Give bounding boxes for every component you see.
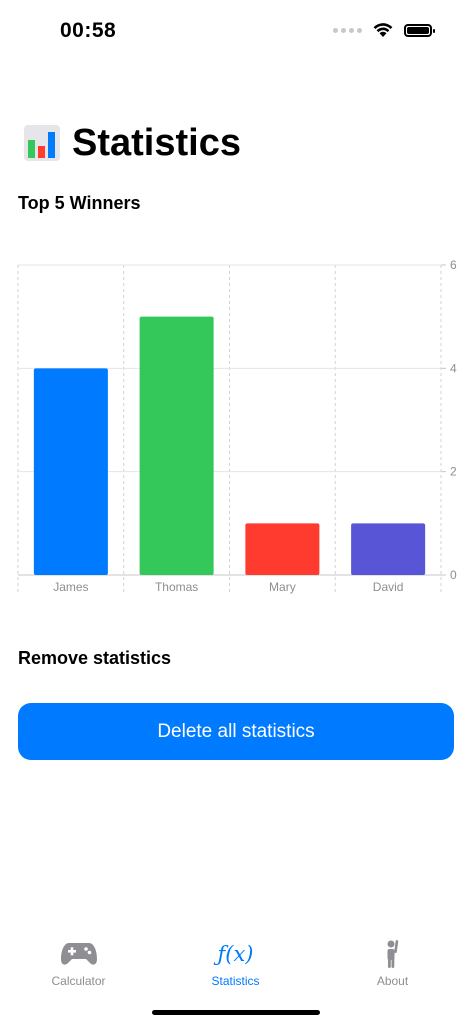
chart-bar-thomas xyxy=(139,316,214,575)
chart-y-tick-label: 4 xyxy=(450,361,457,375)
delete-all-statistics-button[interactable]: Delete all statistics xyxy=(18,703,454,760)
page-title: Statistics xyxy=(24,118,241,168)
status-icons xyxy=(333,22,435,38)
tab-label: About xyxy=(376,974,409,988)
chart-bar-david xyxy=(351,523,426,575)
status-bar: 00:58 xyxy=(0,0,472,60)
person-raised-hand-icon xyxy=(382,938,404,970)
winners-section-label: Top 5 Winners xyxy=(18,193,141,213)
page-title-text: Statistics xyxy=(72,121,241,164)
function-fx-icon: ƒ(x) xyxy=(217,938,253,970)
chart-bar-james xyxy=(33,368,108,575)
battery-icon xyxy=(404,23,435,37)
tab-label: Statistics xyxy=(211,974,260,988)
chart-x-tick-label: Thomas xyxy=(155,580,198,594)
gamecontroller-icon xyxy=(60,938,98,970)
remove-section-label: Remove statistics xyxy=(18,648,172,668)
chart-x-tick-label: David xyxy=(373,580,404,594)
home-indicator xyxy=(152,1010,320,1015)
function-fx-glyph: ƒ(x) xyxy=(217,942,254,966)
winners-bar-chart: 0 2 4 6 James Thomas Mary David xyxy=(17,258,457,594)
chart-x-tick-label: Mary xyxy=(269,580,296,594)
winners-chart: 0 2 4 6 James Thomas Mary David xyxy=(0,250,472,600)
status-time: 00:58 xyxy=(60,19,117,42)
wifi-icon xyxy=(373,23,393,37)
chart-y-tick-label: 0 xyxy=(450,568,457,582)
tab-label: Calculator xyxy=(51,974,106,988)
tab-statistics[interactable]: ƒ(x) Statistics xyxy=(157,930,314,994)
cellular-signal-icon xyxy=(333,27,362,33)
tab-bar: Calculator ƒ(x) Statistics About xyxy=(0,930,472,994)
tab-calculator[interactable]: Calculator xyxy=(0,930,157,994)
chart-bar-mary xyxy=(245,523,320,575)
chart-y-tick-label: 2 xyxy=(450,465,457,479)
bar-chart-emoji-icon xyxy=(24,125,60,161)
chart-x-tick-label: James xyxy=(53,580,88,594)
tab-about[interactable]: About xyxy=(314,930,471,994)
chart-y-tick-label: 6 xyxy=(450,258,457,272)
